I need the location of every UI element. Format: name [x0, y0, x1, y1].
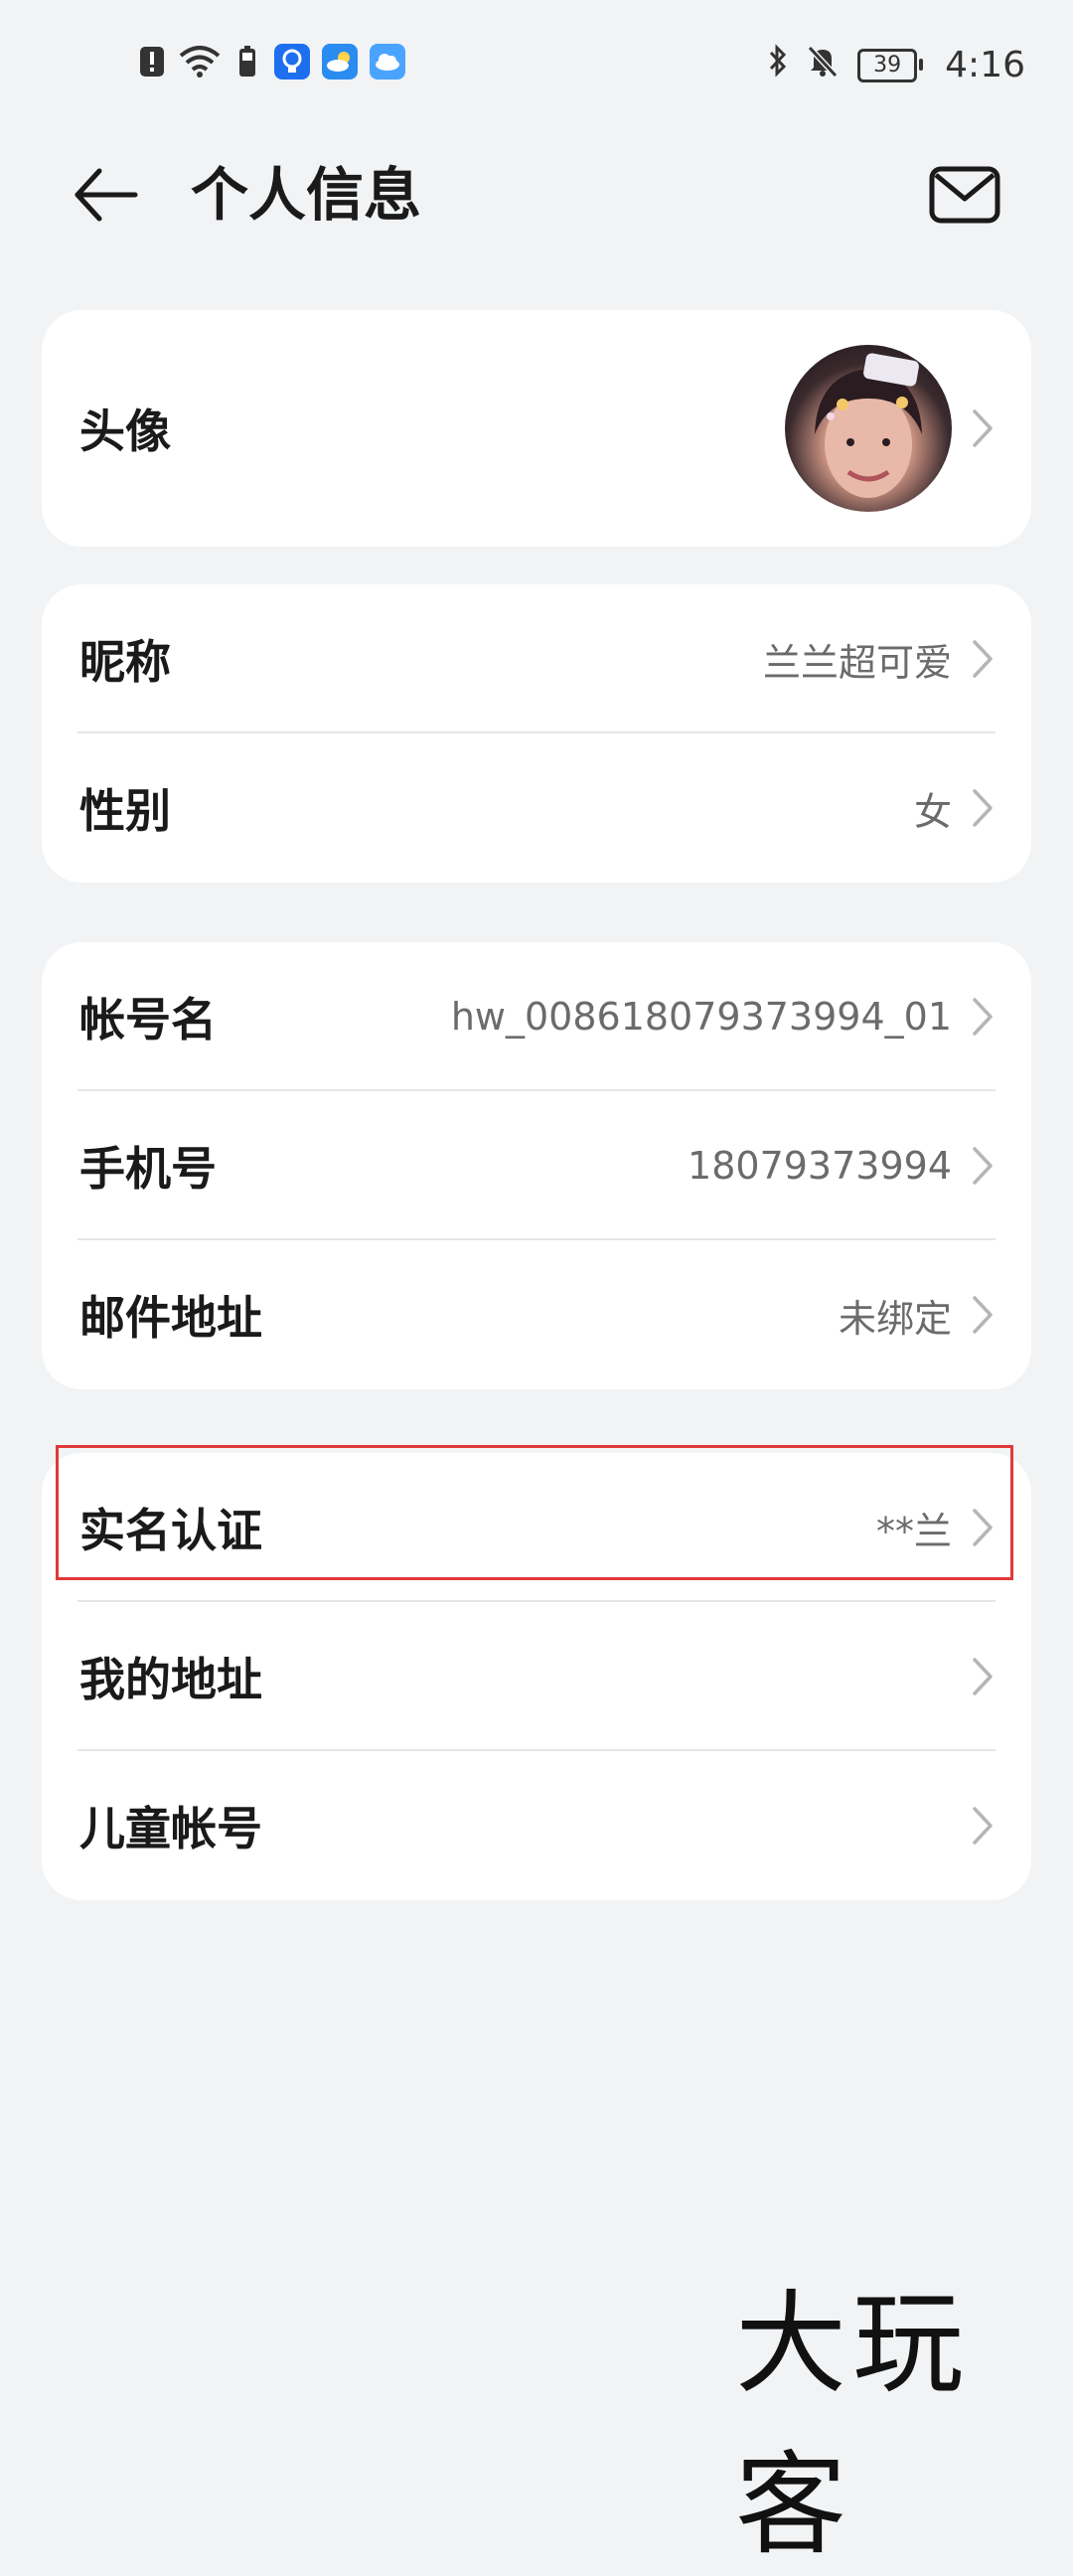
- notification-alert-icon: [137, 44, 167, 80]
- bluetooth-icon: [768, 44, 788, 86]
- avatar-label: 头像: [79, 404, 171, 458]
- chevron-right-icon: [973, 1147, 993, 1185]
- gender-row[interactable]: 性别 女: [42, 733, 1031, 883]
- arrow-left-icon: [75, 168, 138, 222]
- avatar-row[interactable]: 头像: [42, 310, 1031, 547]
- cloud-icon: [370, 44, 405, 80]
- battery-icon: 39: [857, 48, 924, 82]
- chevron-right-icon: [973, 998, 993, 1036]
- phone-label: 手机号: [79, 1142, 217, 1196]
- child-account-row[interactable]: 儿童帐号: [42, 1751, 1031, 1900]
- account-name-row[interactable]: 帐号名 hw_008618079373994_01: [42, 942, 1031, 1091]
- chevron-right-icon: [973, 1658, 993, 1695]
- account-name-label: 帐号名: [79, 993, 217, 1046]
- wifi-icon: [179, 44, 221, 80]
- phone-value: 18079373994: [688, 1144, 952, 1188]
- chevron-right-icon: [973, 409, 993, 447]
- watermark: 大玩客: [735, 2280, 970, 2570]
- email-value: 未绑定: [838, 1296, 952, 1341]
- gender-value: 女: [913, 789, 952, 834]
- status-left-icons: [137, 44, 405, 80]
- mail-icon: [929, 166, 1000, 224]
- my-address-label: 我的地址: [79, 1653, 262, 1706]
- avatar-card: 头像: [42, 310, 1031, 547]
- status-right-icons: 39 4:16: [768, 44, 1025, 86]
- chevron-right-icon: [973, 1296, 993, 1334]
- phone-row[interactable]: 手机号 18079373994: [42, 1091, 1031, 1240]
- child-account-label: 儿童帐号: [79, 1802, 262, 1855]
- battery-level: 39: [873, 53, 902, 78]
- avatar: [785, 345, 952, 512]
- account-card: 帐号名 hw_008618079373994_01 手机号 1807937399…: [42, 942, 1031, 1389]
- my-address-row[interactable]: 我的地址: [42, 1602, 1031, 1751]
- status-bar: 39 4:16: [0, 0, 1073, 129]
- account-name-value: hw_008618079373994_01: [450, 995, 952, 1039]
- page-title: 个人信息: [191, 161, 422, 229]
- clock: 4:16: [945, 45, 1025, 85]
- chevron-right-icon: [973, 640, 993, 678]
- app-header: 个人信息: [0, 129, 1073, 258]
- email-label: 邮件地址: [79, 1291, 262, 1345]
- muted-bell-icon: [806, 44, 840, 86]
- profile-card: 昵称 兰兰超可爱 性别 女: [42, 584, 1031, 883]
- email-row[interactable]: 邮件地址 未绑定: [42, 1240, 1031, 1389]
- nickname-label: 昵称: [79, 635, 171, 689]
- app-tips-icon: [274, 44, 310, 80]
- chevron-right-icon: [973, 1807, 993, 1845]
- battery-saver-icon: [232, 44, 262, 80]
- back-button[interactable]: [70, 157, 145, 233]
- messages-button[interactable]: [926, 157, 1005, 233]
- chevron-right-icon: [973, 789, 993, 827]
- highlight-box: [56, 1445, 1013, 1580]
- weather-icon: [322, 44, 358, 80]
- nickname-row[interactable]: 昵称 兰兰超可爱: [42, 584, 1031, 733]
- nickname-value: 兰兰超可爱: [762, 640, 952, 685]
- gender-label: 性别: [79, 784, 171, 838]
